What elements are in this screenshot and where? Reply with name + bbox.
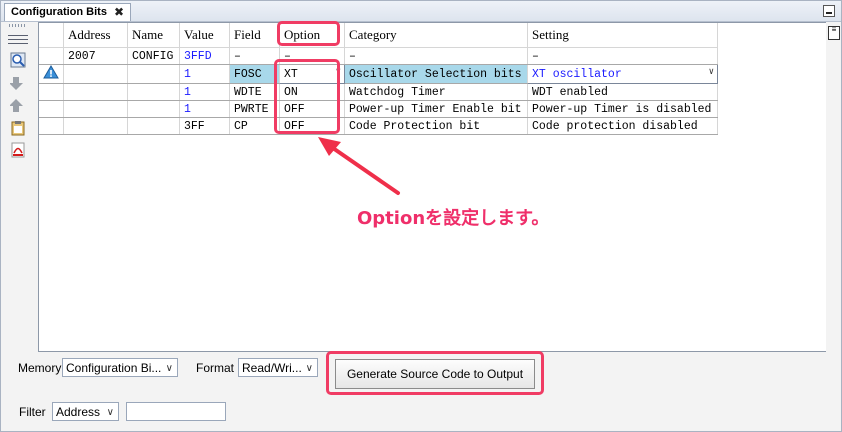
- annotation-text: Optionを設定します。: [357, 208, 550, 229]
